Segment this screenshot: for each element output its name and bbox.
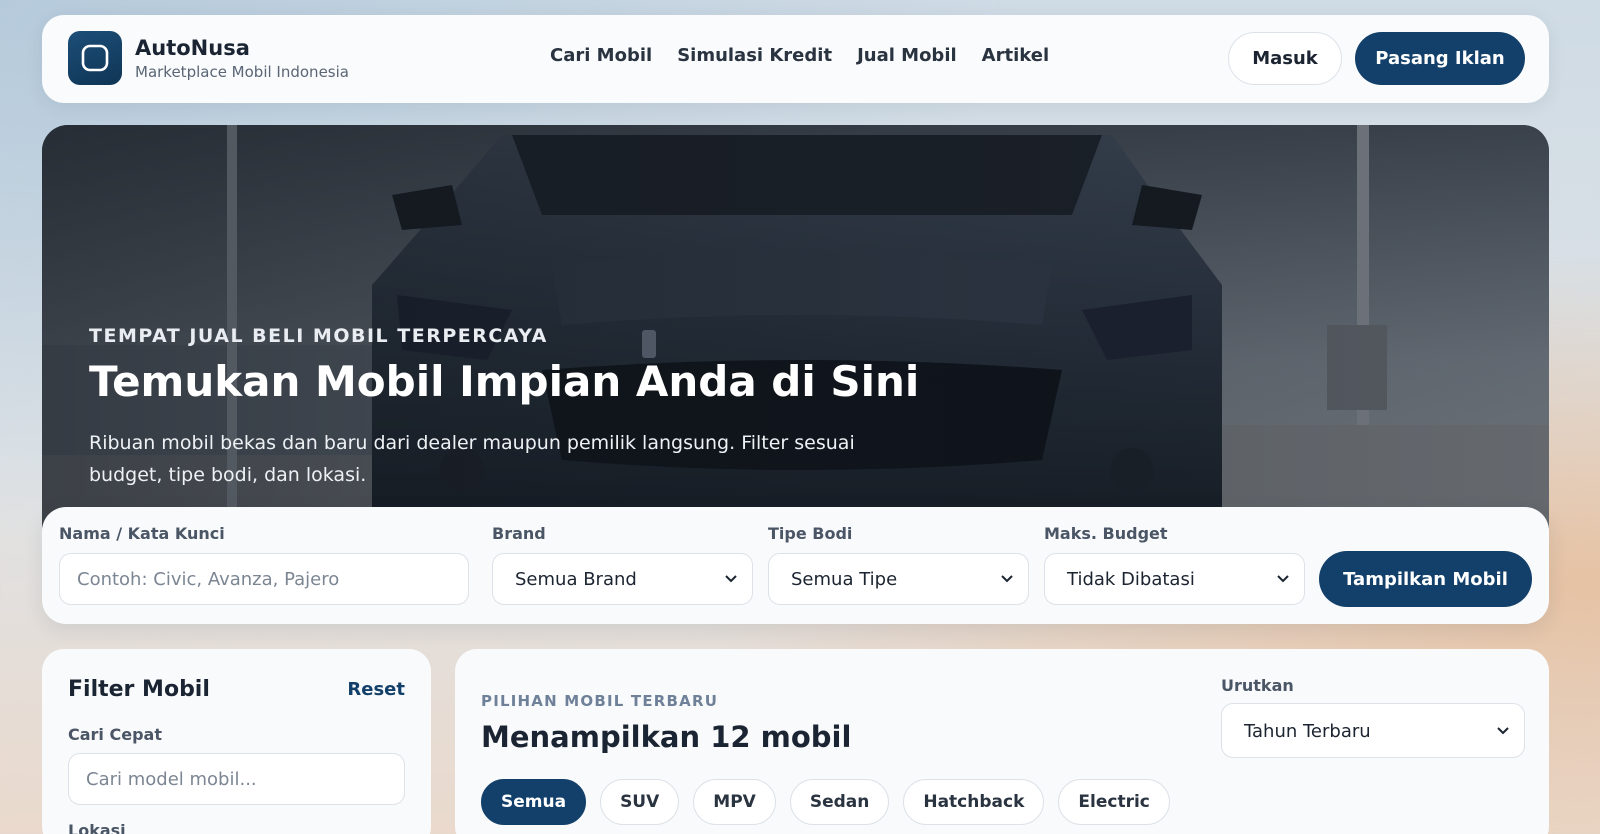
brand-select-value: Semua Brand <box>515 569 637 590</box>
top-navbar: AutoNusa Marketplace Mobil Indonesia Car… <box>42 15 1549 103</box>
brand-tagline: Marketplace Mobil Indonesia <box>135 63 349 81</box>
chip-sedan[interactable]: Sedan <box>789 779 890 825</box>
chevron-down-icon <box>1277 575 1289 583</box>
body-type-select-value: Semua Tipe <box>791 569 898 590</box>
nav-jual-mobil[interactable]: Jual Mobil <box>857 45 957 66</box>
filter-panel: Filter Mobil Reset Cari Cepat Lokasi <box>42 649 431 834</box>
logo-icon[interactable] <box>68 31 122 85</box>
nav-artikel[interactable]: Artikel <box>982 45 1049 66</box>
chevron-down-icon <box>725 575 737 583</box>
budget-select-value: Tidak Dibatasi <box>1067 569 1195 590</box>
chevron-down-icon <box>1001 575 1013 583</box>
hero-description: Ribuan mobil bekas dan baru dari dealer … <box>89 432 855 486</box>
login-button[interactable]: Masuk <box>1228 32 1342 85</box>
sort-select[interactable]: Tahun Terbaru <box>1221 703 1525 758</box>
hero-banner: TEMPAT JUAL BELI MOBIL TERPERCAYA Temuka… <box>42 125 1549 550</box>
keyword-input[interactable] <box>59 553 469 605</box>
chip-semua[interactable]: Semua <box>481 779 587 825</box>
chip-electric[interactable]: Electric <box>1058 779 1170 825</box>
budget-select[interactable]: Tidak Dibatasi <box>1044 553 1305 605</box>
brand-name[interactable]: AutoNusa <box>135 36 250 60</box>
filter-reset-link[interactable]: Reset <box>347 679 405 700</box>
budget-label: Maks. Budget <box>1044 524 1168 543</box>
location-label: Lokasi <box>68 821 126 834</box>
nav-cari-mobil[interactable]: Cari Mobil <box>550 45 652 66</box>
body-type-select[interactable]: Semua Tipe <box>768 553 1029 605</box>
sort-label: Urutkan <box>1221 676 1294 695</box>
hero-title: Temukan Mobil Impian Anda di Sini <box>89 357 920 406</box>
brand-select[interactable]: Semua Brand <box>492 553 753 605</box>
chevron-down-icon <box>1497 727 1509 735</box>
results-count-title: Menampilkan 12 mobil <box>481 720 852 754</box>
results-eyebrow: PILIHAN MOBIL TERBARU <box>481 692 719 710</box>
quick-search-input[interactable] <box>68 753 405 805</box>
chip-hatchback[interactable]: Hatchback <box>903 779 1045 825</box>
quick-search-label: Cari Cepat <box>68 725 162 744</box>
nav-simulasi-kredit[interactable]: Simulasi Kredit <box>677 45 832 66</box>
results-panel: PILIHAN MOBIL TERBARU Menampilkan 12 mob… <box>455 649 1549 834</box>
filter-title: Filter Mobil <box>68 677 210 702</box>
chip-mpv[interactable]: MPV <box>693 779 776 825</box>
main-nav: Cari Mobil Simulasi Kredit Jual Mobil Ar… <box>550 45 1049 66</box>
post-ad-button[interactable]: Pasang Iklan <box>1355 32 1525 85</box>
search-form: Nama / Kata Kunci Brand Semua Brand Tipe… <box>42 507 1549 624</box>
sort-select-value: Tahun Terbaru <box>1244 721 1371 742</box>
category-chips: Semua SUV MPV Sedan Hatchback Electric <box>481 779 1170 825</box>
show-cars-button[interactable]: Tampilkan Mobil <box>1319 551 1532 607</box>
brand-label: Brand <box>492 524 546 543</box>
chip-suv[interactable]: SUV <box>600 779 680 825</box>
keyword-label: Nama / Kata Kunci <box>59 524 225 543</box>
hero-eyebrow: TEMPAT JUAL BELI MOBIL TERPERCAYA <box>89 325 548 347</box>
body-type-label: Tipe Bodi <box>768 524 853 543</box>
